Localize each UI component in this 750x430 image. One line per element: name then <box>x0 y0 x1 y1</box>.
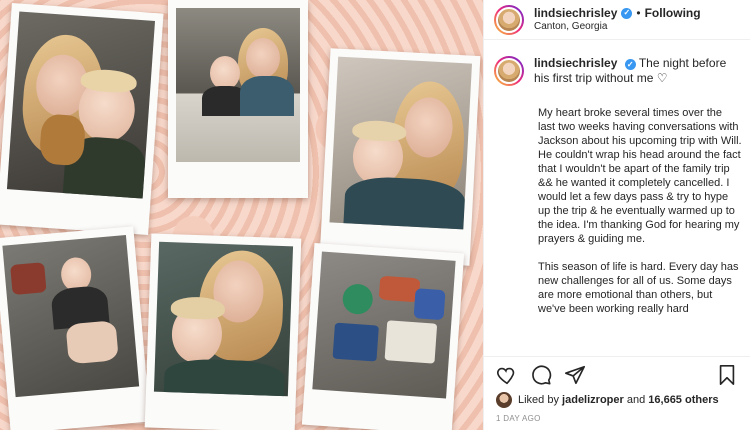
paper-plane-icon[interactable] <box>564 364 586 386</box>
likes-conjunction: and <box>626 394 646 406</box>
post-location[interactable]: Canton, Georgia <box>534 21 701 34</box>
author-username[interactable]: lindsiechrisley <box>534 6 617 21</box>
following-button[interactable]: Following <box>645 6 701 21</box>
comment-icon[interactable] <box>530 364 552 386</box>
caption-author-avatar[interactable] <box>494 56 524 86</box>
likes-count[interactable]: 16,665 others <box>648 394 718 406</box>
caption-area: lindsiechrisley ✓ The night before his f… <box>494 56 742 348</box>
polaroid-photo <box>168 0 308 198</box>
caption-body: My heart broke several times over the la… <box>538 106 742 316</box>
caption-first-line: lindsiechrisley ✓ The night before his f… <box>534 56 742 86</box>
separator-dot: • <box>636 5 641 20</box>
post-header: lindsiechrisley ✓ • Following Canton, Ge… <box>484 0 750 40</box>
liker-avatar[interactable] <box>496 392 512 408</box>
liker-username[interactable]: jadelizroper <box>562 394 624 406</box>
polaroid-photo <box>0 226 151 430</box>
polaroid-photo <box>319 48 481 266</box>
polaroid-photo <box>0 2 164 236</box>
bookmark-icon[interactable] <box>716 364 738 386</box>
author-avatar[interactable] <box>494 4 524 35</box>
polaroid-photo <box>144 233 302 430</box>
likes-line: Liked by jadelizroper and 16,665 others <box>496 392 719 408</box>
post-image[interactable] <box>0 0 483 430</box>
verified-badge-icon: ✓ <box>624 59 636 70</box>
action-bar <box>484 356 750 392</box>
post-timestamp[interactable]: 1 DAY AGO <box>496 414 541 423</box>
heart-icon[interactable] <box>496 364 518 386</box>
polaroid-photo <box>301 242 465 430</box>
heart-emoji: ♡ <box>656 71 668 85</box>
caption-username[interactable]: lindsiechrisley <box>534 56 617 70</box>
caption-paragraph: This season of life is hard. Every day h… <box>538 261 739 315</box>
likes-prefix: Liked by <box>518 394 559 406</box>
post-panel: lindsiechrisley ✓ • Following Canton, Ge… <box>483 0 750 430</box>
caption-paragraph: My heart broke several times over the la… <box>538 107 742 245</box>
verified-badge-icon: ✓ <box>621 7 633 19</box>
